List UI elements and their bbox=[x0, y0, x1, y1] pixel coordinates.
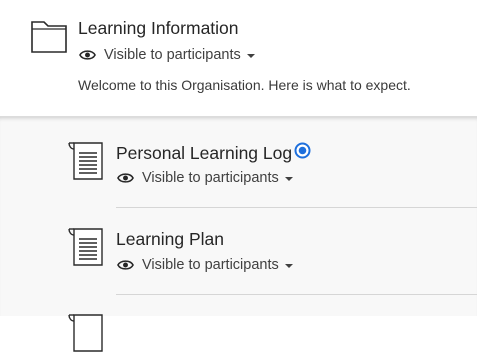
eye-icon bbox=[117, 260, 134, 270]
eye-icon bbox=[117, 173, 134, 183]
document-icon[interactable] bbox=[67, 141, 105, 181]
item-visibility-dropdown[interactable]: Visible to participants bbox=[117, 168, 293, 188]
item-visibility-dropdown[interactable]: Visible to participants bbox=[117, 255, 293, 275]
row-divider bbox=[116, 294, 477, 295]
chevron-down-icon bbox=[284, 264, 293, 268]
visibility-label: Visible to participants bbox=[142, 170, 279, 186]
new-activity-icon bbox=[294, 142, 311, 159]
eye-icon bbox=[79, 50, 96, 60]
folder-contents: Personal Learning Log Visible to partici… bbox=[0, 117, 477, 352]
visibility-label: Visible to participants bbox=[104, 47, 241, 63]
folder-section: Learning Information Visible to particip… bbox=[0, 0, 477, 117]
folder-description: Welcome to this Organisation. Here is wh… bbox=[78, 77, 411, 93]
visibility-label: Visible to participants bbox=[142, 257, 279, 273]
item-title[interactable]: Learning Plan bbox=[116, 229, 224, 250]
item-title[interactable]: Personal Learning Log bbox=[116, 143, 292, 164]
chevron-down-icon bbox=[246, 54, 255, 58]
folder-title[interactable]: Learning Information bbox=[78, 18, 239, 39]
document-icon[interactable] bbox=[67, 313, 105, 353]
folder-icon[interactable] bbox=[31, 21, 67, 53]
folder-visibility-dropdown[interactable]: Visible to participants bbox=[79, 45, 255, 65]
document-icon[interactable] bbox=[67, 227, 105, 267]
row-divider bbox=[116, 207, 477, 208]
chevron-down-icon bbox=[284, 177, 293, 181]
